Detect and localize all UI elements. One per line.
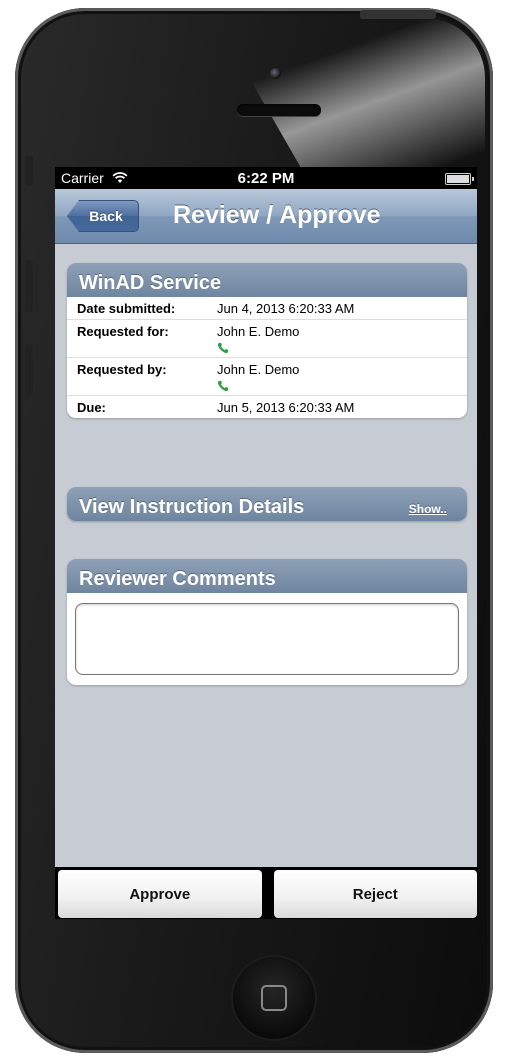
detail-label: Due:	[77, 400, 106, 415]
detail-label: Date submitted:	[77, 301, 176, 316]
sleep-button	[360, 10, 436, 19]
detail-value: John E. Demo	[217, 324, 300, 339]
navigation-bar: Back Review / Approve	[55, 189, 477, 244]
battery-icon	[445, 173, 474, 185]
reviewer-comments-card: Reviewer Comments	[67, 559, 467, 685]
detail-value: Jun 5, 2013 6:20:33 AM	[217, 400, 355, 415]
phone-icon[interactable]	[217, 342, 229, 354]
detail-label: Requested for:	[77, 324, 169, 339]
volume-down-button	[25, 344, 33, 396]
volume-up-button	[25, 260, 33, 312]
detail-row-requested-by: Requested by: John E. Demo	[67, 357, 467, 395]
service-title: WinAD Service	[67, 263, 467, 297]
detail-row-due: Due: Jun 5, 2013 6:20:33 AM	[67, 395, 467, 418]
detail-value-wrapper: John E. Demo	[217, 362, 467, 392]
detail-value: Jun 4, 2013 6:20:33 AM	[217, 301, 355, 316]
detail-value-wrapper: John E. Demo	[217, 324, 467, 354]
status-time: 6:22 PM	[237, 169, 295, 187]
reviewer-comments-title: Reviewer Comments	[67, 559, 467, 593]
mute-switch	[25, 156, 33, 186]
detail-row-date-submitted: Date submitted: Jun 4, 2013 6:20:33 AM	[67, 297, 467, 319]
reject-button[interactable]: Reject	[273, 870, 477, 918]
detail-row-requested-for: Requested for: John E. Demo	[67, 319, 467, 357]
back-button[interactable]: Back	[67, 200, 139, 232]
service-details-list: Date submitted: Jun 4, 2013 6:20:33 AM R…	[67, 297, 467, 418]
home-button-icon[interactable]	[231, 955, 317, 1041]
status-bar: Carrier 6:22 PM	[55, 167, 477, 189]
reviewer-comments-input[interactable]	[75, 603, 459, 675]
phone-icon[interactable]	[217, 380, 229, 392]
service-details-card: WinAD Service Date submitted: Jun 4, 201…	[67, 263, 467, 418]
action-toolbar: Approve Reject	[55, 867, 477, 919]
show-link[interactable]: Show..	[409, 489, 447, 521]
instruction-details-title: View Instruction Details	[79, 496, 305, 518]
detail-value: John E. Demo	[217, 362, 300, 377]
approve-button[interactable]: Approve	[58, 870, 262, 918]
camera-icon	[270, 68, 281, 79]
screen: Carrier 6:22 PM Back Review / Approve Wi…	[55, 167, 477, 919]
instruction-details-card[interactable]: View Instruction Details Show..	[67, 487, 467, 521]
home-square-icon	[261, 985, 287, 1011]
page-title: Review / Approve	[173, 201, 381, 229]
detail-label: Requested by:	[77, 362, 167, 377]
instruction-details-header[interactable]: View Instruction Details Show..	[67, 487, 467, 521]
phone-glare	[215, 18, 485, 178]
speaker-grille	[237, 104, 321, 116]
